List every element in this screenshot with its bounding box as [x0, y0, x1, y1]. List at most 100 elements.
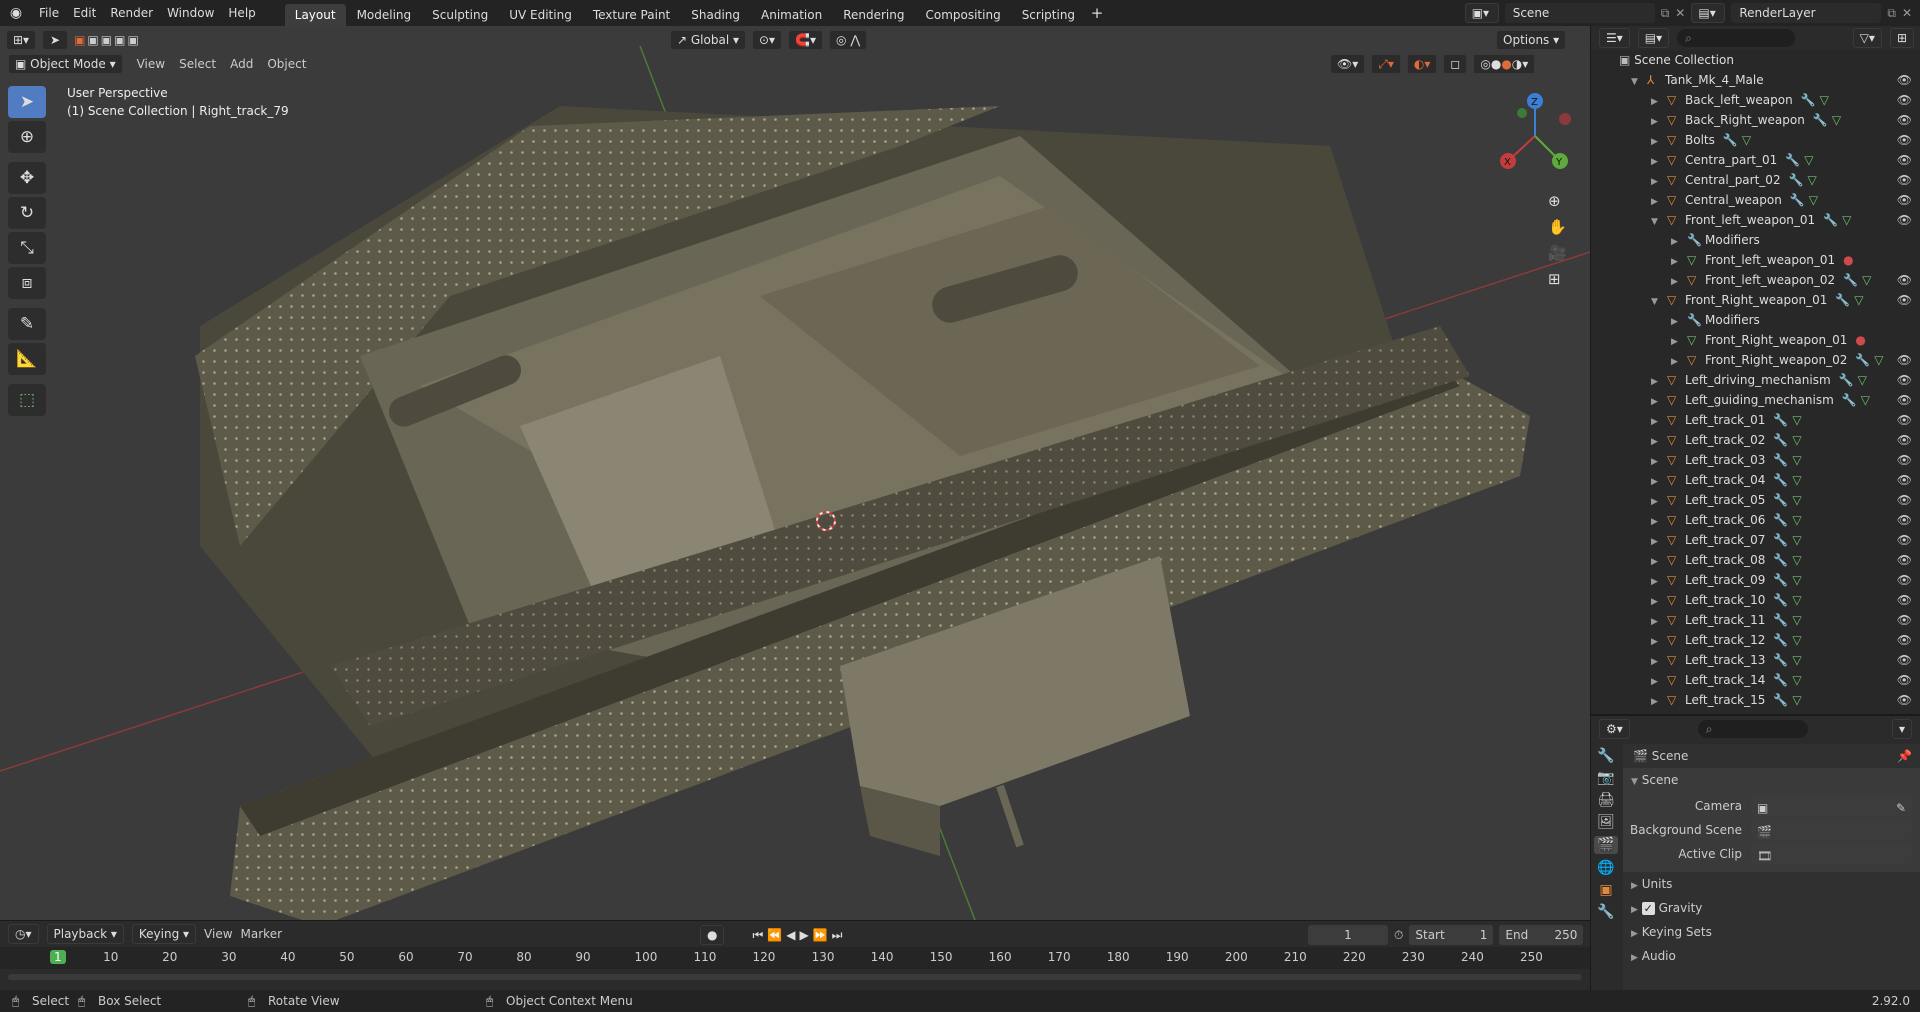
selection-mode-icons[interactable]: ▣ ▣ ▣ ▣ ▣: [74, 33, 139, 47]
modifier-icon[interactable]: 🔧: [1773, 633, 1788, 647]
output-tab-icon[interactable]: 🖨: [1597, 792, 1615, 808]
new-view-layer-icon[interactable]: ⧉: [1887, 6, 1896, 21]
cursor-tool-icon[interactable]: ⊕: [8, 121, 46, 153]
outliner-item[interactable]: ▶ ▽ Central_part_02 🔧 ▽ 👁: [1591, 170, 1920, 190]
eyedropper-icon[interactable]: ✎: [1896, 796, 1906, 820]
rotate-tool-icon[interactable]: ↻: [8, 197, 46, 229]
preview-range-icon[interactable]: ⏱: [1394, 928, 1403, 943]
world-tab-icon[interactable]: 🌐: [1597, 860, 1614, 876]
outliner-search-input[interactable]: ⌕: [1677, 29, 1796, 47]
outliner-item[interactable]: ▶ ▽ Front_Right_weapon_02 🔧 ▽ 👁: [1591, 350, 1920, 370]
visibility-eye-icon[interactable]: 👁: [1897, 350, 1912, 370]
editor-type-icon[interactable]: ⊞▾: [6, 30, 37, 50]
outliner-item[interactable]: ▶ ▽ Back_left_weapon 🔧 ▽ 👁: [1591, 90, 1920, 110]
new-scene-icon[interactable]: ⧉: [1661, 6, 1670, 21]
visibility-eye-icon[interactable]: 👁: [1897, 70, 1912, 90]
expand-icon[interactable]: ▶: [1651, 532, 1667, 552]
modifier-icon[interactable]: 🔧: [1773, 553, 1788, 567]
transform-tool-icon[interactable]: ⧈: [8, 267, 46, 299]
expand-icon[interactable]: ▶: [1671, 312, 1687, 332]
timeline-editor[interactable]: ◷▾ Playback ▾ Keying ▾ View Marker ● ⏮ ⏪…: [0, 920, 1590, 990]
active-clip-field[interactable]: 🎞: [1751, 844, 1912, 864]
visibility-eye-icon[interactable]: 👁: [1897, 150, 1912, 170]
gravity-panel[interactable]: ▶ ✓ Gravity: [1623, 896, 1920, 920]
visibility-eye-icon[interactable]: 👁: [1897, 130, 1912, 150]
mesh-data-icon[interactable]: ▽: [1874, 353, 1883, 367]
tab-texture-paint[interactable]: Texture Paint: [583, 4, 680, 26]
outliner-item[interactable]: ▶ ▽ Left_track_05 🔧 ▽ 👁: [1591, 490, 1920, 510]
orientation-dropdown[interactable]: ↗ Global ▾: [670, 30, 746, 50]
expand-icon[interactable]: ▶: [1651, 432, 1667, 452]
modifier-icon[interactable]: 🔧: [1773, 413, 1788, 427]
auto-keying-icon[interactable]: ●: [700, 925, 725, 945]
measure-tool-icon[interactable]: 📐: [8, 343, 46, 375]
modifier-icon[interactable]: 🔧: [1790, 193, 1805, 207]
expand-icon[interactable]: ▶: [1651, 492, 1667, 512]
shading-modes-icon[interactable]: ◎●●◑▾: [1473, 54, 1536, 74]
modifier-icon[interactable]: 🔧: [1785, 153, 1800, 167]
modifier-icon[interactable]: 🔧: [1789, 173, 1804, 187]
visibility-eye-icon[interactable]: 👁: [1897, 170, 1912, 190]
expand-icon[interactable]: ▶: [1651, 672, 1667, 692]
modifier-icon[interactable]: 🔧: [1773, 473, 1788, 487]
outliner-item[interactable]: ▶ ▽ Centra_part_01 🔧 ▽ 👁: [1591, 150, 1920, 170]
visibility-eye-icon[interactable]: 👁: [1897, 610, 1912, 630]
modifier-icon[interactable]: 🔧: [1773, 453, 1788, 467]
visibility-eye-icon[interactable]: 👁: [1897, 550, 1912, 570]
menu-window[interactable]: Window: [160, 0, 221, 26]
mesh-data-icon[interactable]: ▽: [1804, 153, 1813, 167]
camera-view-icon[interactable]: 🎥: [1548, 244, 1567, 262]
tab-compositing[interactable]: Compositing: [915, 4, 1010, 26]
outliner-item[interactable]: ▶ ▽ Left_track_11 🔧 ▽ 👁: [1591, 610, 1920, 630]
scene-selector[interactable]: Scene: [1504, 3, 1655, 23]
audio-panel[interactable]: ▶ Audio: [1623, 944, 1920, 968]
camera-field[interactable]: ▣ ✎: [1751, 796, 1912, 816]
mesh-data-icon[interactable]: ▽: [1792, 493, 1801, 507]
modifier-icon[interactable]: 🔧: [1773, 653, 1788, 667]
outliner-item[interactable]: ▶ ▽ Left_track_13 🔧 ▽ 👁: [1591, 650, 1920, 670]
end-frame-field[interactable]: End 250: [1499, 925, 1584, 945]
modifier-icon[interactable]: 🔧: [1723, 133, 1738, 147]
gravity-checkbox[interactable]: ✓: [1641, 902, 1655, 915]
3d-viewport[interactable]: ⊞▾ ➤ ▣ ▣ ▣ ▣ ▣ ↗ Global ▾ ⊙▾ 🧲▾ ◎ ⋀ Options …: [0, 26, 1590, 920]
modifier-icon[interactable]: 🔧: [1773, 513, 1788, 527]
move-tool-icon[interactable]: ✥: [8, 162, 46, 194]
expand-icon[interactable]: ▶: [1651, 592, 1667, 612]
play-icon[interactable]: ▶: [799, 928, 808, 942]
expand-icon[interactable]: ▶: [1671, 272, 1687, 292]
view-layer-selector[interactable]: RenderLayer: [1731, 3, 1882, 23]
visibility-eye-icon[interactable]: 👁: [1897, 450, 1912, 470]
mesh-data-icon[interactable]: ▽: [1820, 93, 1829, 107]
expand-icon[interactable]: ▶: [1651, 512, 1667, 532]
expand-icon[interactable]: ▶: [1651, 552, 1667, 572]
modifier-icon[interactable]: 🔧: [1801, 93, 1816, 107]
options-dropdown[interactable]: Options ▾: [1496, 30, 1567, 50]
outliner-item[interactable]: ▶ ▽ Left_track_10 🔧 ▽ 👁: [1591, 590, 1920, 610]
mesh-data-icon[interactable]: ▽: [1792, 693, 1801, 707]
pin-icon[interactable]: 📌: [1897, 744, 1912, 768]
expand-icon[interactable]: ▶: [1651, 372, 1667, 392]
render-tab-icon[interactable]: 📷: [1597, 770, 1614, 786]
expand-icon[interactable]: ▶: [1651, 92, 1667, 112]
mode-dropdown[interactable]: ▣ Object Mode ▾: [8, 54, 123, 74]
visibility-eye-icon[interactable]: 👁: [1897, 630, 1912, 650]
expand-icon[interactable]: ▶: [1651, 412, 1667, 432]
outliner-editor-type-icon[interactable]: ☰▾: [1599, 28, 1630, 48]
visibility-eye-icon[interactable]: 👁: [1897, 410, 1912, 430]
tool-tab-icon[interactable]: 🔧: [1597, 748, 1614, 764]
blender-logo-icon[interactable]: ◉: [0, 5, 32, 21]
modifier-tab-icon[interactable]: 🔧: [1597, 904, 1614, 920]
ortho-grid-icon[interactable]: ⊞: [1548, 270, 1567, 288]
modifier-icon[interactable]: 🔧: [1855, 353, 1870, 367]
expand-icon[interactable]: ▶: [1671, 352, 1687, 372]
expand-icon[interactable]: ▶: [1651, 112, 1667, 132]
expand-icon[interactable]: ▶: [1651, 632, 1667, 652]
expand-icon[interactable]: ▶: [1651, 472, 1667, 492]
visibility-eye-icon[interactable]: 👁: [1897, 370, 1912, 390]
menu-file[interactable]: File: [32, 0, 66, 26]
mesh-data-icon[interactable]: ▽: [1792, 473, 1801, 487]
jump-key-back-icon[interactable]: ⏪: [767, 928, 782, 942]
overlay-toggle-icon[interactable]: ◐▾: [1406, 54, 1438, 74]
visibility-eye-icon[interactable]: 👁: [1897, 590, 1912, 610]
modifier-icon[interactable]: 🔧: [1839, 373, 1854, 387]
